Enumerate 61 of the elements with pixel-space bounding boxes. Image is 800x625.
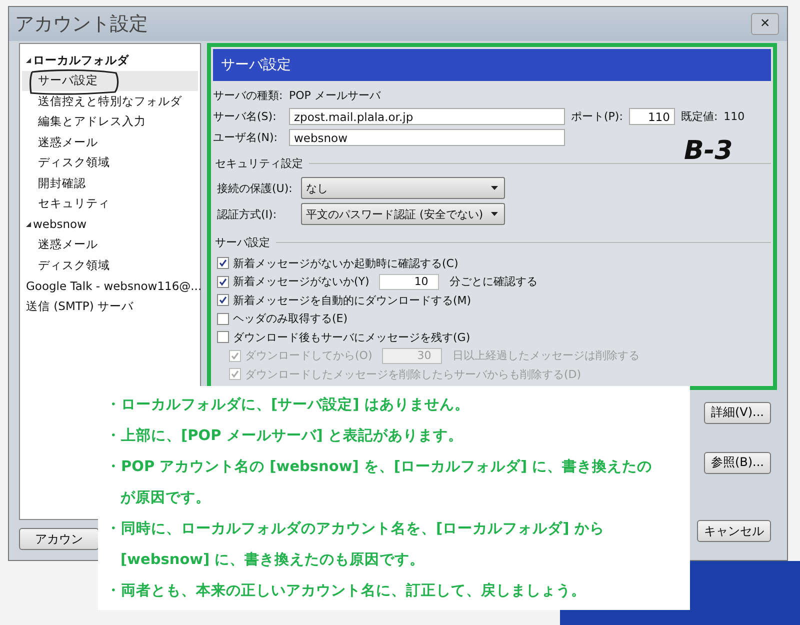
default-value: 110 [724,110,745,123]
tree-item[interactable]: セキュリティ [22,194,198,214]
tree-item[interactable]: 送信 (SMTP) サーバ [22,296,198,316]
option-label: ヘッダのみ取得する(E) [233,311,348,326]
expanded-triangle-icon[interactable] [26,58,31,63]
close-button[interactable]: × [751,13,779,35]
option-label: 新着メッセージがないか(Y) [233,274,370,290]
input-field[interactable]: zpost.mail.plala.or.jp [289,108,565,125]
tree-item[interactable]: サーバ設定 [22,70,198,91]
field-label: ユーザ名(N): [213,130,279,145]
field-label: ポート(P): [571,109,623,124]
number-field[interactable]: 10 [379,274,440,290]
checkbox[interactable] [217,276,229,288]
tree-item[interactable]: 開封確認 [22,173,198,194]
handwritten-label: B-3 [684,136,733,166]
tree-item[interactable]: 迷惑メール [22,132,198,152]
dialog-button[interactable]: 参照(B)... [704,452,771,474]
option-label: ダウンロードしたメッセージを削除したらサーバからも削除する(D) [245,366,582,382]
note-text: ・両者とも、本来の正しいアカウント名に、訂正して、戻しましょう。 [106,582,587,601]
tree-item[interactable]: ローカルフォルダ [22,50,198,70]
dropdown[interactable]: なし [301,177,505,199]
option-label: ダウンロード後もサーバにメッセージを残す(G) [233,330,470,345]
note-text: ・上部に、[POP メールサーバ] と表記があります。 [106,426,464,446]
option-suffix: 分ごとに確認する [449,274,538,290]
tree-item[interactable]: websnow [22,214,198,234]
checkbox[interactable] [217,294,229,306]
tree-item[interactable]: 送信控えと特別なフォルダ [22,91,198,112]
dropdown-arrow-icon [491,212,498,216]
panel-header: サーバ設定 [213,49,771,81]
tree-item[interactable]: 編集とアドレス入力 [22,112,198,132]
field-label: 接続の保護(U): [217,180,294,196]
note-text: ・POP アカウント名の [websnow] を、[ローカルフォルダ] に、書き換えたのが原因です。 [106,458,654,508]
option-label: 新着メッセージを自動的にダウンロードする(M) [233,292,472,308]
checkbox[interactable] [217,331,229,344]
field-label: 認証方式(I): [217,206,278,222]
tree-item[interactable]: ディスク領域 [22,152,198,173]
dropdown[interactable]: 平文のパスワード認証 (安全でない) [301,203,505,225]
checkbox[interactable] [217,257,229,270]
expanded-triangle-icon[interactable] [26,222,31,227]
option-suffix: 日以上経過したメッセージは削除する [452,348,640,364]
field-label: サーバ名(S): [213,109,278,124]
input-field[interactable]: websnow [289,129,565,146]
section-heading: サーバ設定 [215,235,270,250]
dialog-button[interactable]: 詳細(V)... [704,402,771,424]
note-text: ・ローカルフォルダに、[サーバ設定] はありません。 [106,396,470,415]
port-field[interactable]: 110 [628,108,675,125]
tree-item[interactable]: 迷惑メール [22,234,198,255]
tree-item[interactable]: ディスク領域 [22,255,198,276]
note-text: ・同時に、ローカルフォルダのアカウント名を、[ローカルフォルダ] から [websnow] に、書き換えたのも原因です。 [106,520,606,570]
server-type: POP メールサーバ [289,88,380,103]
window-title: アカウント設定 [15,12,148,37]
account-button[interactable]: アカウン [19,528,99,550]
cancel-button[interactable]: キャンセル [697,520,771,542]
field-label: 既定値: [680,109,718,124]
option-label: ダウンロードしてから(O) [245,348,372,364]
option-label: 新着メッセージがないか起動時に確認する(C) [233,256,458,271]
field-label: サーバの種類: [213,88,283,103]
checkbox[interactable] [217,312,229,325]
tree-item[interactable]: Google Talk - websnow116@... [22,276,198,296]
dropdown-arrow-icon [491,186,498,190]
section-heading: セキュリティ設定 [215,156,303,171]
